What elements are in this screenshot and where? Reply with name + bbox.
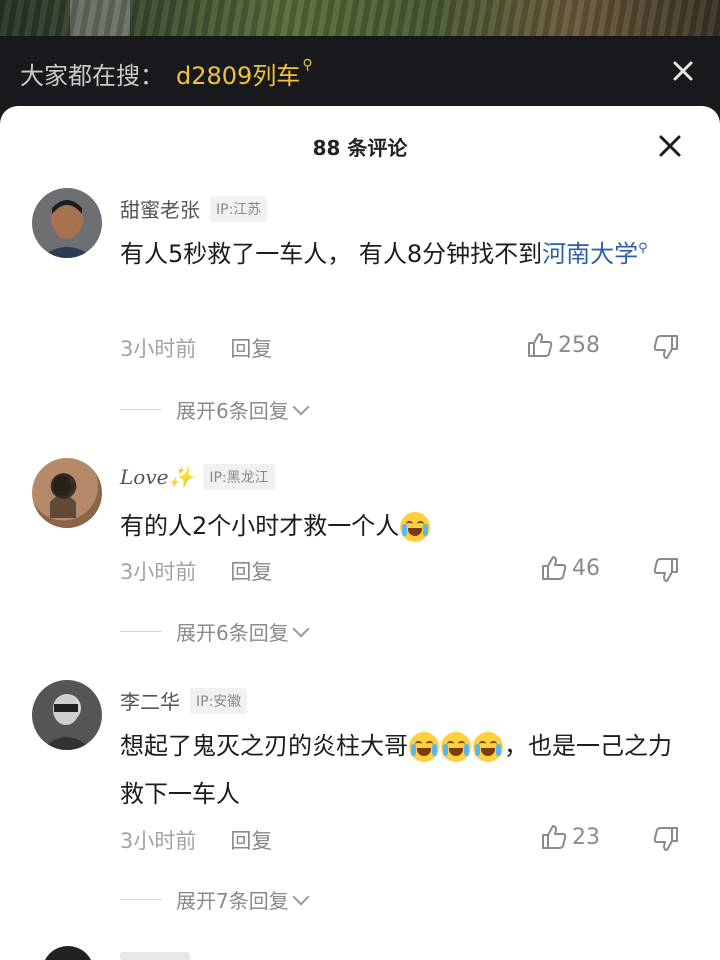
video-pole — [70, 0, 130, 36]
expand-replies-button[interactable]: 展开7条回复 — [120, 885, 310, 914]
comment-text-segment: 有人5秒救了一车人， 有人8分钟找不到 — [120, 240, 543, 268]
thumbs-up-icon — [542, 825, 567, 849]
avatar-portrait — [50, 475, 76, 518]
comment-text-segment: 有的人2个小时才救一个人 — [120, 512, 400, 540]
username-placeholder — [120, 952, 190, 960]
crying-emoji-icon — [441, 732, 471, 762]
avatar[interactable] — [32, 680, 102, 750]
close-icon[interactable] — [668, 56, 698, 86]
name-row: Love✨ IP:黑龙江 — [120, 464, 275, 490]
username[interactable]: 李二华 — [120, 686, 180, 715]
avatar[interactable] — [32, 458, 102, 528]
expand-replies-button[interactable]: 展开6条回复 — [120, 617, 310, 646]
search-icon: ⚲ — [638, 241, 648, 256]
comments-header: 88 条评论 — [0, 106, 720, 186]
username[interactable]: 甜蜜老张 — [120, 194, 200, 223]
reply-button[interactable]: 回复 — [230, 556, 272, 586]
trending-search-bar[interactable]: 大家都在搜： d2809列车 ⚲ — [0, 36, 720, 110]
like-button[interactable]: 23 — [540, 823, 600, 851]
avatar[interactable] — [42, 946, 94, 960]
crying-emoji-icon — [473, 732, 503, 762]
timestamp: 3小时前 — [120, 337, 197, 361]
thumbs-down-icon[interactable] — [652, 335, 680, 361]
avatar-portrait — [42, 695, 92, 750]
name-row: 李二华 IP:安徽 — [120, 686, 248, 715]
search-link[interactable]: 河南大学 — [542, 240, 638, 268]
crying-emoji-icon — [409, 732, 439, 762]
expand-replies-label: 展开6条回复 — [176, 621, 289, 645]
like-count: 46 — [572, 555, 600, 581]
reply-button[interactable]: 回复 — [230, 825, 272, 855]
chevron-down-icon — [292, 398, 310, 415]
comment-text: 想起了鬼灭之刃的炎柱大哥 ，也是一己之力救下一车人 — [120, 722, 680, 818]
trending-label: 大家都在搜： — [20, 61, 164, 90]
divider-line — [120, 409, 162, 410]
divider-line — [120, 899, 162, 900]
like-button[interactable]: 258 — [526, 331, 600, 359]
comment-text-segment: 想起了鬼灭之刃的炎柱大哥 — [120, 732, 408, 760]
comment-meta: 3小时前 回复 46 — [120, 554, 680, 588]
like-count: 258 — [558, 332, 600, 358]
comment-meta: 3小时前 回复 258 — [120, 331, 680, 365]
reply-button[interactable]: 回复 — [230, 333, 272, 363]
comments-sheet: 88 条评论 甜蜜老张 IP:江苏 有人5秒救了一车人， 有人8分钟找不到河南大… — [0, 106, 720, 960]
laugh-cry-emoji-icon — [400, 512, 431, 542]
video-background — [0, 0, 720, 36]
like-button[interactable]: 46 — [540, 554, 600, 582]
search-icon: ⚲ — [302, 57, 313, 73]
like-count: 23 — [572, 824, 600, 850]
comment-text: 有人5秒救了一车人， 有人8分钟找不到河南大学⚲ — [120, 230, 680, 283]
trending-keyword[interactable]: d2809列车 — [176, 56, 300, 91]
timestamp: 3小时前 — [120, 560, 197, 584]
name-row: 甜蜜老张 IP:江苏 — [120, 194, 268, 223]
comments-count-title: 88 条评论 — [312, 135, 408, 160]
expand-replies-label: 展开6条回复 — [176, 399, 289, 423]
expand-replies-label: 展开7条回复 — [176, 889, 289, 913]
ip-location-tag: IP:江苏 — [210, 195, 268, 222]
divider-line — [120, 631, 162, 632]
timestamp: 3小时前 — [120, 829, 197, 853]
thumbs-down-icon[interactable] — [652, 558, 680, 584]
thumbs-up-icon — [542, 556, 567, 580]
thumbs-down-icon[interactable] — [652, 827, 680, 853]
expand-replies-button[interactable]: 展开6条回复 — [120, 395, 310, 424]
avatar[interactable] — [32, 188, 102, 258]
chevron-down-icon — [292, 620, 310, 637]
comment-text: 有的人2个小时才救一个人 — [120, 502, 680, 550]
avatar-portrait — [40, 200, 94, 258]
username[interactable]: Love✨ — [120, 465, 193, 489]
ip-location-tag: IP:黑龙江 — [203, 464, 275, 490]
ip-location-tag: IP:安徽 — [190, 687, 248, 714]
chevron-down-icon — [292, 888, 310, 905]
comment-meta: 3小时前 回复 23 — [120, 823, 680, 857]
close-comments-icon[interactable] — [656, 132, 684, 160]
thumbs-up-icon — [528, 333, 553, 357]
